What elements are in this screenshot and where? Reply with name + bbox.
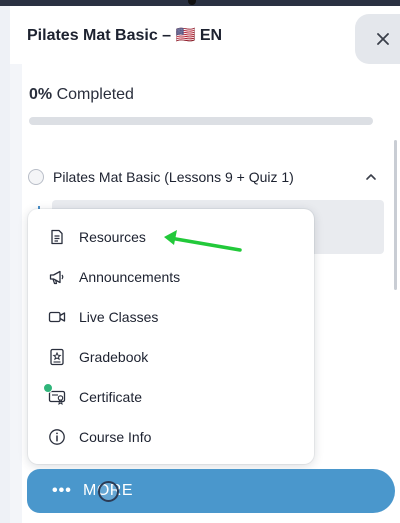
menu-item-label: Certificate	[79, 389, 143, 405]
info-icon	[49, 429, 65, 445]
top-strip-notch	[188, 0, 196, 5]
close-button[interactable]	[355, 14, 400, 64]
chevron-up-icon[interactable]	[364, 170, 378, 184]
menu-item-live-classes[interactable]: Live Classes	[28, 297, 314, 337]
menu-item-label: Resources	[79, 229, 146, 245]
course-status-radio	[28, 169, 44, 185]
menu-item-label: Course Info	[79, 429, 152, 445]
progress-completed-text: Completed	[56, 86, 134, 103]
annotation-arrow-icon	[164, 230, 242, 252]
menu-item-label: Announcements	[79, 269, 181, 285]
progress-percent: 0%	[29, 86, 53, 103]
menu-item-certificate[interactable]: Certificate	[28, 377, 314, 417]
close-icon	[376, 33, 389, 45]
course-section-label: Pilates Mat Basic (Lessons 9 + Quiz 1)	[53, 169, 294, 185]
menu-item-announcements[interactable]: Announcements	[28, 257, 314, 297]
document-icon	[51, 229, 63, 245]
status-badge	[43, 383, 53, 393]
menu-item-course-info[interactable]: Course Info	[28, 417, 314, 457]
gradebook-icon	[50, 348, 64, 366]
menu-item-label: Live Classes	[79, 309, 159, 325]
progress-bar	[29, 117, 373, 125]
scrollbar[interactable]	[394, 140, 397, 290]
video-camera-icon	[48, 311, 66, 323]
more-dots-icon: •••	[52, 482, 72, 499]
panel-left-gutter	[10, 64, 22, 523]
more-button[interactable]: ••• MORE	[27, 469, 395, 513]
progress-label: 0% Completed	[29, 86, 134, 104]
panel-title: Pilates Mat Basic – 🇺🇸 EN	[27, 27, 223, 44]
course-section-toggle[interactable]: Pilates Mat Basic (Lessons 9 + Quiz 1)	[28, 165, 378, 189]
megaphone-icon	[49, 270, 64, 285]
panel-header: Pilates Mat Basic – 🇺🇸 EN	[10, 6, 400, 64]
cursor-indicator	[98, 481, 119, 502]
menu-item-label: Gradebook	[79, 349, 149, 365]
menu-item-gradebook[interactable]: Gradebook	[28, 337, 314, 377]
